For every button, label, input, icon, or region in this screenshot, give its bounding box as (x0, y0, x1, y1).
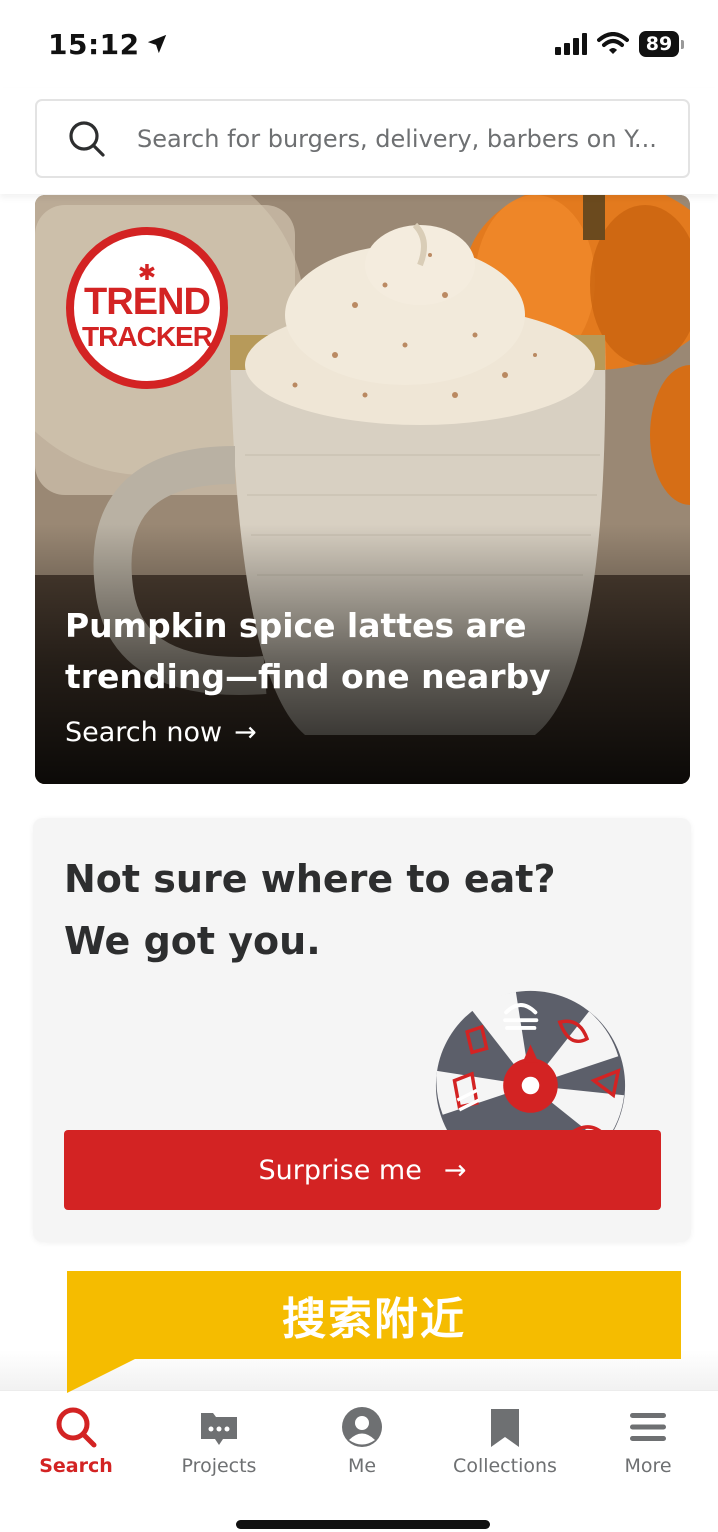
trend-hero-card[interactable]: ✱ TREND TRACKER Pumpkin spice lattes are… (35, 195, 690, 784)
hero-title: Pumpkin spice lattes are trending—find o… (65, 606, 551, 696)
search-input[interactable] (137, 124, 667, 153)
status-time: 15:12 (48, 27, 140, 61)
tab-more-label: More (624, 1455, 672, 1477)
search-now-label: Search now (65, 717, 223, 748)
battery-icon: 89 (639, 31, 684, 57)
search-now-link[interactable]: Search now → (65, 717, 257, 748)
tab-projects-label: Projects (181, 1455, 257, 1477)
tab-collections-label: Collections (453, 1455, 557, 1477)
me-icon (342, 1407, 382, 1447)
search-bar[interactable] (35, 99, 690, 178)
projects-icon (201, 1413, 237, 1445)
tab-collections[interactable]: Collections (445, 1405, 565, 1477)
surprise-me-button[interactable]: Surprise me → (64, 1130, 661, 1210)
cellular-signal-icon (555, 33, 587, 55)
badge-line-1: TREND (84, 281, 211, 323)
tab-search[interactable]: Search (16, 1405, 136, 1477)
menu-icon (630, 1413, 666, 1441)
surprise-heading: Not sure where to eat? We got you. (64, 857, 556, 963)
status-icons: 89 (555, 31, 684, 57)
tab-me[interactable]: Me (302, 1405, 422, 1477)
search-nearby-banner[interactable]: 搜索附近 (67, 1271, 681, 1359)
trend-tracker-badge: ✱ TREND TRACKER (66, 227, 228, 389)
bookmark-icon (491, 1409, 519, 1447)
battery-nub (681, 39, 684, 49)
home-indicator (236, 1520, 490, 1529)
surprise-card: Not sure where to eat? We got you. Surpr… (33, 818, 691, 1242)
banner-pointer (67, 1359, 135, 1393)
status-time-wrap: 15:12 (48, 28, 168, 61)
surprise-me-label: Surprise me (258, 1154, 422, 1186)
tab-more[interactable]: More (588, 1405, 708, 1477)
status-bar: 15:12 89 (0, 0, 718, 88)
wifi-icon (597, 32, 629, 54)
tab-me-label: Me (347, 1455, 377, 1477)
search-header (0, 88, 718, 194)
tab-projects[interactable]: Projects (159, 1405, 279, 1477)
bottom-tab-bar: Search Projects Me Collections More (0, 1390, 718, 1532)
arrow-right-icon: → (443, 1154, 467, 1186)
search-icon (56, 1407, 97, 1448)
tab-search-label: Search (39, 1455, 113, 1477)
search-icon (69, 120, 105, 157)
search-nearby-label: 搜索附近 (282, 1294, 466, 1345)
battery-level: 89 (639, 31, 679, 57)
location-arrow-icon (147, 34, 166, 54)
arrow-right-icon: → (234, 717, 257, 748)
badge-line-2: TRACKER (82, 321, 213, 352)
